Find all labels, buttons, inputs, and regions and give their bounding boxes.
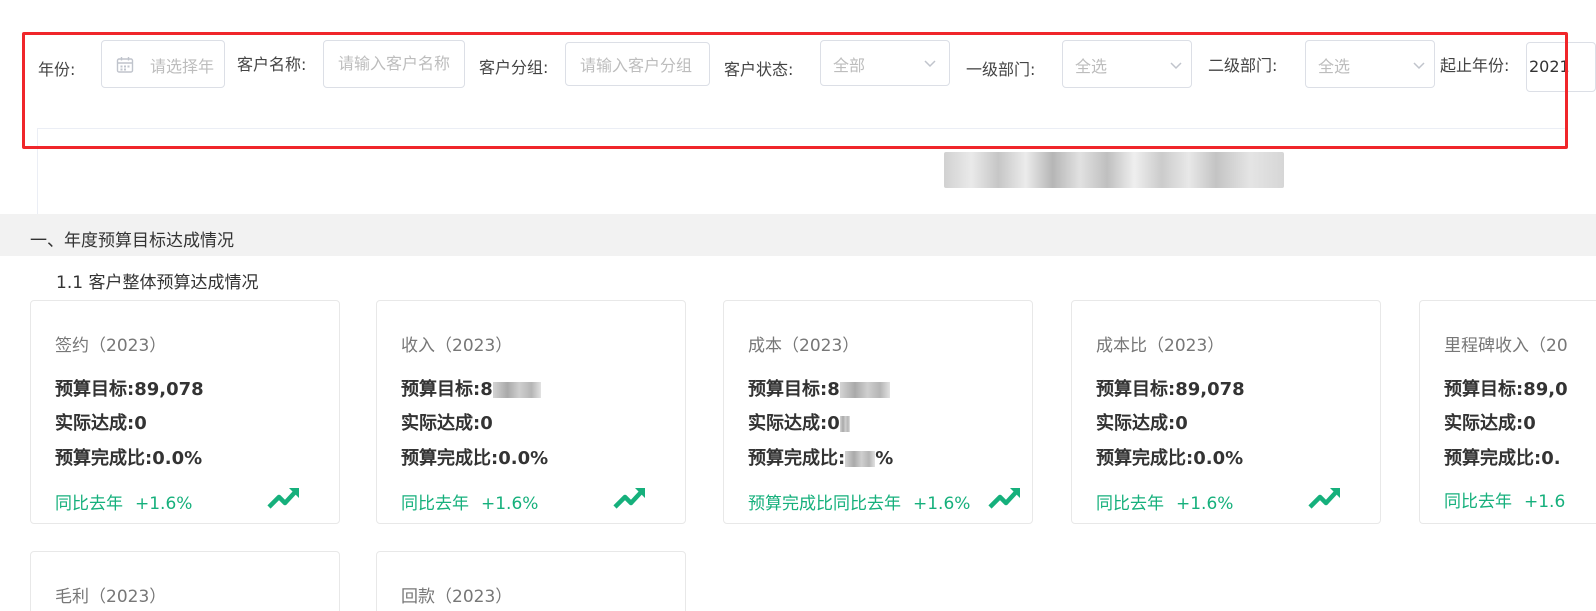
card-title: 成本（2023） [748,336,860,356]
actual-value: 实际达成:0 [1096,413,1188,434]
kpi-card-milestone-revenue: 里程碑收入（20 预算目标:89,0 实际达成:0 预算完成比:0. 同比去年 +… [1419,300,1596,524]
actual-value: 实际达成:0 [55,413,147,434]
budget-target: 预算目标:89,078 [1096,379,1245,400]
kpi-card-collection: 回款（2023） [376,551,686,611]
trend-up-icon [267,488,299,509]
kpi-card-gross-profit: 毛利（2023） [30,551,340,611]
trend-up-icon [1308,488,1340,509]
actual-value: 实际达成:0 [748,409,850,435]
filter-bar: 年份: 请选择年 客户名称: 请输入客户名称 客户分组: 请输入客户分组 客户状… [0,0,1596,214]
completion-ratio: 预算完成比:% [748,448,894,469]
kpi-card-cost: 成本（2023） 预算目标:8 实际达成:0 预算完成比:% 预算完成比同比去年… [723,300,1033,524]
card-title: 回款（2023） [401,587,513,607]
yoy-trend: 预算完成比同比去年 +1.6% [748,494,971,514]
budget-target: 预算目标:89,078 [55,379,204,400]
budget-target: 预算目标:8 [401,375,541,401]
completion-ratio: 预算完成比:0.0% [401,448,549,469]
kpi-card-signing: 签约（2023） 预算目标:89,078 实际达成:0 预算完成比:0.0% 同… [30,300,340,524]
kpi-card-cost-ratio: 成本比（2023） 预算目标:89,078 实际达成:0 预算完成比:0.0% … [1071,300,1381,524]
yoy-trend: 同比去年 +1.6% [1096,494,1234,514]
actual-value: 实际达成:0 [1444,413,1536,434]
completion-ratio: 预算完成比:0.0% [55,448,203,469]
kpi-card-revenue: 收入（2023） 预算目标:8 实际达成:0 预算完成比:0.0% 同比去年 +1… [376,300,686,524]
completion-ratio: 预算完成比:0.0% [1096,448,1244,469]
card-title: 毛利（2023） [55,587,167,607]
card-title: 里程碑收入（20 [1444,336,1568,356]
trend-up-icon [988,488,1020,509]
yoy-trend: 同比去年 +1.6 [1444,492,1566,512]
subsection-title: 1.1 客户整体预算达成情况 [56,273,259,293]
budget-target: 预算目标:8 [748,375,890,401]
yoy-trend: 同比去年 +1.6% [55,494,193,514]
yoy-trend: 同比去年 +1.6% [401,494,539,514]
card-title: 签约（2023） [55,336,167,356]
trend-up-icon [613,488,645,509]
card-title: 成本比（2023） [1096,336,1225,356]
actual-value: 实际达成:0 [401,413,493,434]
section-header: 一、年度预算目标达成情况 [0,214,1596,256]
highlight-annotation [22,32,1568,149]
redacted-title [944,152,1284,188]
completion-ratio: 预算完成比:0. [1444,448,1561,469]
budget-target: 预算目标:89,0 [1444,379,1568,400]
section-title: 一、年度预算目标达成情况 [30,231,234,251]
card-title: 收入（2023） [401,336,513,356]
